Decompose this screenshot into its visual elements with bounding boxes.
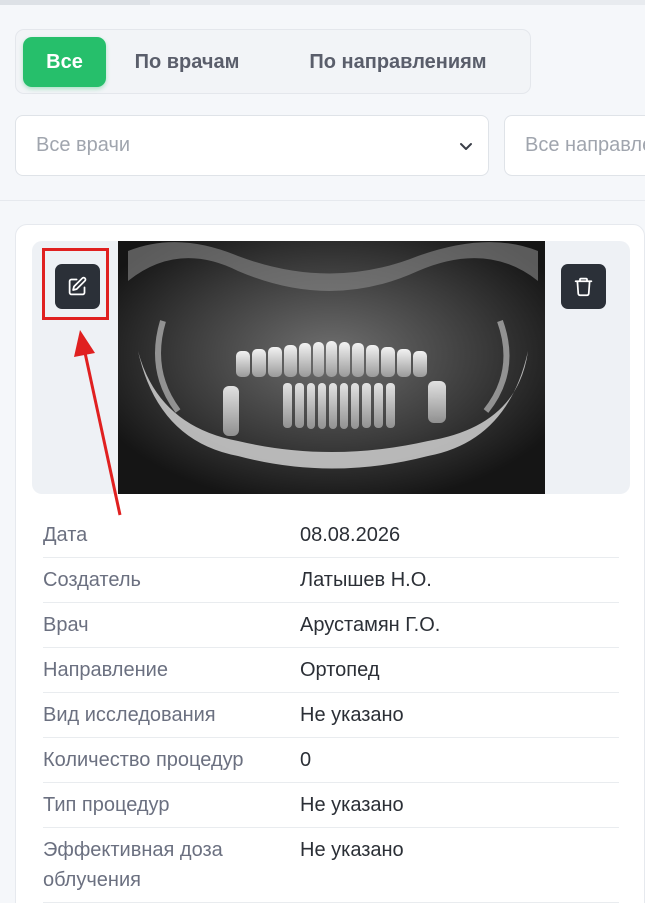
detail-value: Латышев Н.О.: [300, 569, 432, 591]
detail-label: Вид исследования: [43, 704, 216, 726]
direction-select-value: Все направления: [525, 134, 645, 156]
detail-value: 08.08.2026: [300, 524, 401, 546]
top-border: [0, 0, 645, 5]
detail-value: Арустамян Г.О.: [300, 614, 441, 636]
xray-image[interactable]: [118, 241, 545, 494]
view-tabs: Все По врачам По направлениям: [15, 29, 531, 94]
trash-icon: [574, 277, 593, 297]
detail-row-procedure-count: Количество процедур 0: [43, 738, 619, 783]
detail-value: Ортопед: [300, 659, 380, 681]
detail-label: Тип процедур: [43, 794, 170, 816]
xray-card: Дата 08.08.2026 Создатель Латышев Н.О. В…: [15, 224, 645, 903]
annotation-highlight-box: [42, 248, 109, 320]
detail-label: Врач: [43, 614, 89, 636]
detail-row-date: Дата 08.08.2026: [43, 513, 619, 558]
detail-value: 0: [300, 749, 312, 771]
tab-by-doctors[interactable]: По врачам: [119, 37, 255, 87]
detail-row-creator: Создатель Латышев Н.О.: [43, 558, 619, 603]
delete-button[interactable]: [561, 264, 606, 309]
detail-label: Количество процедур: [43, 749, 244, 771]
detail-row-procedure-type: Тип процедур Не указано: [43, 783, 619, 828]
detail-label: Дата: [43, 524, 88, 546]
detail-row-doctor: Врач Арустамян Г.О.: [43, 603, 619, 648]
detail-row-dose: Эффективная доза облучения Не указано: [43, 828, 619, 903]
direction-select[interactable]: Все направления: [504, 115, 645, 176]
detail-value: Не указано: [300, 839, 404, 861]
section-divider: [0, 200, 645, 201]
detail-value: Не указано: [300, 704, 404, 726]
card-details: Дата 08.08.2026 Создатель Латышев Н.О. В…: [43, 513, 619, 903]
tab-all[interactable]: Все: [23, 37, 106, 87]
detail-label: Создатель: [43, 569, 141, 591]
detail-row-direction: Направление Ортопед: [43, 648, 619, 693]
image-preview: [32, 241, 630, 494]
doctor-select[interactable]: Все врачи: [15, 115, 489, 176]
detail-label: Эффективная доза облучения: [43, 839, 223, 891]
tab-by-directions[interactable]: По направлениям: [288, 37, 508, 87]
detail-label: Направление: [43, 659, 168, 681]
detail-row-study-type: Вид исследования Не указано: [43, 693, 619, 738]
chevron-down-icon: [460, 143, 472, 150]
doctor-select-value: Все врачи: [36, 134, 131, 156]
detail-value: Не указано: [300, 794, 404, 816]
